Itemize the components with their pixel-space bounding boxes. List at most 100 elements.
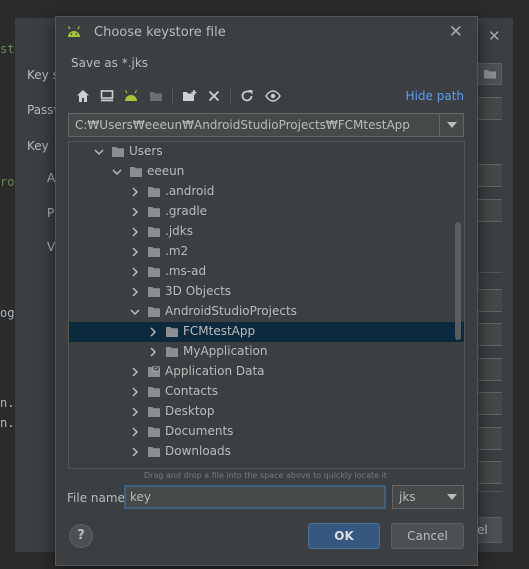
file-name-label: File name: (67, 491, 129, 505)
tree-row[interactable]: AndroidStudioProjects (69, 302, 464, 322)
tree-row[interactable]: eeeun (69, 162, 464, 182)
show-hidden-icon[interactable] (264, 87, 282, 105)
bg-label-key-password: P (47, 206, 55, 220)
tree-scrollbar-thumb[interactable] (455, 222, 461, 340)
android-icon[interactable] (122, 87, 140, 105)
cancel-button[interactable]: Cancel (391, 523, 464, 549)
delete-icon[interactable] (205, 87, 223, 105)
tree-row[interactable]: Users (69, 142, 464, 162)
bg-label-validity: V (47, 240, 56, 254)
tree-row-label: .gradle (165, 204, 208, 218)
tree-row[interactable]: .jdks (69, 222, 464, 242)
toolbar-separator (230, 87, 231, 105)
tree-row-label: FCMtestApp (183, 324, 256, 338)
tree-row[interactable]: .ms-ad (69, 262, 464, 282)
extension-select[interactable]: jks (392, 485, 464, 509)
ok-button[interactable]: OK (308, 523, 380, 549)
tree-row-label: .ms-ad (165, 264, 207, 278)
chevron-right-icon[interactable] (129, 385, 141, 399)
chevron-right-icon[interactable] (129, 205, 141, 219)
tree-row-label: 3D Objects (165, 284, 232, 298)
tree-row[interactable]: MyApplication (69, 342, 464, 362)
chevron-right-icon[interactable] (147, 325, 159, 339)
chevron-right-icon[interactable] (129, 425, 141, 439)
tree-row[interactable]: Downloads (69, 442, 464, 462)
choose-keystore-dialog: Choose keystore file ✕ Save as *.jks Hid… (55, 16, 478, 566)
folder-icon (148, 207, 160, 217)
tree-row[interactable]: .m2 (69, 242, 464, 262)
folder-icon (112, 147, 124, 157)
tree-row-label: .android (165, 184, 215, 198)
folder-icon (148, 227, 160, 237)
tree-row-label: .m2 (165, 244, 189, 258)
editor-code-fragment: og (0, 306, 15, 320)
file-name-input[interactable] (124, 485, 386, 509)
chevron-right-icon[interactable] (129, 265, 141, 279)
editor-code-fragment: ro (0, 175, 15, 189)
extension-value: jks (399, 490, 416, 504)
editor-code-fragment: st (0, 42, 15, 56)
chevron-down-icon[interactable] (447, 494, 457, 500)
chevron-right-icon[interactable] (147, 345, 159, 359)
hide-path-link[interactable]: Hide path (406, 89, 464, 103)
chevron-right-icon[interactable] (129, 245, 141, 259)
tree-row-label: Contacts (165, 384, 218, 398)
editor-code-fragment: n. (0, 416, 15, 430)
folder-icon (148, 447, 160, 457)
tree-row[interactable]: Application Data (69, 362, 464, 382)
linked-folder-icon (148, 366, 160, 377)
tree-row[interactable]: 3D Objects (69, 282, 464, 302)
chevron-right-icon[interactable] (129, 285, 141, 299)
tree-row-label: eeeun (147, 164, 185, 178)
toolbar-separator (172, 87, 173, 105)
tree-row-label: Application Data (165, 364, 265, 378)
drop-hint: Drag and drop a file into the space abov… (144, 471, 387, 480)
chevron-down-icon[interactable] (93, 145, 105, 159)
folder-icon (148, 407, 160, 417)
path-combobox[interactable]: C:₩Users₩eeeun₩AndroidStudioProjects₩FCM… (68, 113, 464, 137)
folder-icon (166, 327, 178, 337)
bg-label-alias: A (47, 171, 56, 185)
folder-icon (148, 247, 160, 257)
home-icon[interactable] (74, 87, 92, 105)
folder-icon (148, 307, 160, 317)
folder-icon (148, 267, 160, 277)
tree-row-label: .jdks (165, 224, 193, 238)
file-toolbar: Hide path (70, 85, 470, 107)
folder-icon (130, 167, 142, 177)
desktop-icon[interactable] (98, 87, 116, 105)
path-text: C:₩Users₩eeeun₩AndroidStudioProjects₩FCM… (75, 118, 410, 132)
folder-icon (148, 287, 160, 297)
tree-row[interactable]: Desktop (69, 402, 464, 422)
project-folder-icon[interactable] (147, 87, 165, 105)
bg-close-icon[interactable]: ✕ (488, 27, 501, 45)
tree-row-label: AndroidStudioProjects (165, 304, 297, 318)
new-folder-icon[interactable] (181, 87, 199, 105)
tree-row-label: MyApplication (183, 344, 268, 358)
chevron-down-icon[interactable] (111, 165, 123, 179)
file-tree[interactable]: Users eeeun .android .gradle .jdks .m2 .… (68, 141, 465, 469)
tree-row[interactable]: Contacts (69, 382, 464, 402)
chevron-right-icon[interactable] (129, 185, 141, 199)
help-button[interactable]: ? (69, 524, 93, 548)
folder-icon (148, 427, 160, 437)
editor-code-fragment: n. (0, 396, 15, 410)
tree-row[interactable]: .android (69, 182, 464, 202)
android-icon (66, 25, 82, 42)
tree-row[interactable]: .gradle (69, 202, 464, 222)
tree-row-label: Desktop (165, 404, 215, 418)
close-icon[interactable]: ✕ (449, 22, 463, 42)
bg-label-key: Key (27, 139, 49, 153)
tree-row-selected[interactable]: FCMtestApp (69, 322, 464, 342)
chevron-right-icon[interactable] (129, 365, 141, 379)
tree-row[interactable]: Documents (69, 422, 464, 442)
folder-icon (148, 387, 160, 397)
chevron-down-icon[interactable] (439, 114, 463, 136)
refresh-icon[interactable] (238, 87, 256, 105)
chevron-right-icon[interactable] (129, 445, 141, 459)
chevron-right-icon[interactable] (129, 405, 141, 419)
folder-icon (148, 187, 160, 197)
chevron-right-icon[interactable] (129, 225, 141, 239)
bg-browse-folder-button[interactable] (478, 63, 502, 85)
chevron-down-icon[interactable] (129, 305, 141, 319)
